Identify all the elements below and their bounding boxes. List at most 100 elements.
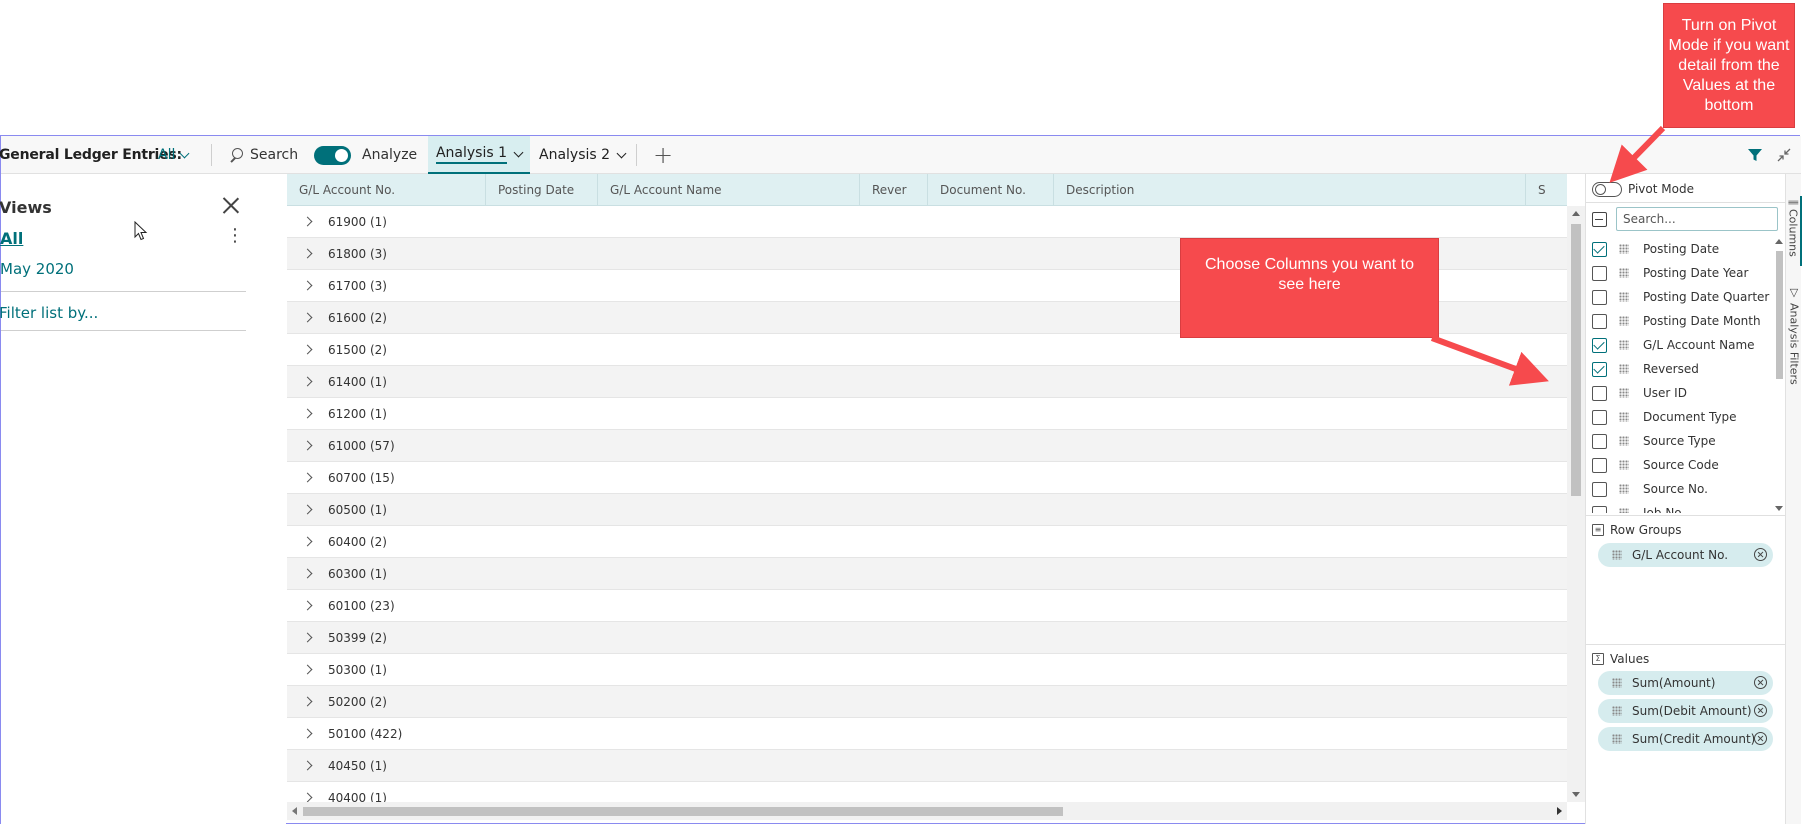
plus-icon[interactable]: + [653, 136, 673, 174]
expand-chevron-icon[interactable] [302, 280, 313, 291]
view-filter-dropdown[interactable]: All [158, 136, 190, 174]
expand-chevron-icon[interactable] [302, 632, 313, 643]
column-header-gl-account-name[interactable]: G/L Account Name [597, 174, 859, 206]
pivot-mode-toggle[interactable]: Pivot Mode [1592, 180, 1694, 198]
table-row[interactable]: 50100 (422) [287, 718, 1567, 750]
drag-handle-icon[interactable] [1619, 412, 1629, 422]
table-row[interactable]: 40400 (1) [287, 782, 1567, 802]
analyze-switch[interactable] [314, 145, 351, 165]
tab-columns[interactable]: ⫼ Columns [1786, 196, 1802, 266]
drag-handle-icon[interactable] [1612, 706, 1622, 716]
drag-handle-icon[interactable] [1619, 316, 1629, 326]
column-header-document-no[interactable]: Document No. [927, 174, 1053, 206]
column-list-item[interactable]: Posting Date Quarter [1586, 285, 1774, 309]
column-checkbox[interactable] [1592, 505, 1607, 513]
scroll-right-icon[interactable] [1557, 807, 1562, 815]
expand-chevron-icon[interactable] [302, 408, 313, 419]
column-search-input[interactable] [1616, 207, 1778, 231]
table-row[interactable]: 50399 (2) [287, 622, 1567, 654]
tab-analysis-2[interactable]: Analysis 2 [539, 136, 627, 174]
scroll-down-icon[interactable] [1572, 792, 1580, 797]
column-list-item[interactable]: Posting Date Month [1586, 309, 1774, 333]
value-pill[interactable]: Sum(Debit Amount) [1598, 699, 1773, 723]
column-list-item[interactable]: Document Type [1586, 405, 1774, 429]
view-item-all[interactable]: All [0, 229, 23, 248]
scroll-thumb[interactable] [1776, 251, 1783, 379]
expand-chevron-icon[interactable] [302, 760, 313, 771]
column-checkbox[interactable] [1592, 481, 1607, 497]
horizontal-scrollbar[interactable] [287, 802, 1567, 820]
drag-handle-icon[interactable] [1619, 460, 1629, 470]
drag-handle-icon[interactable] [1619, 292, 1629, 302]
drag-handle-icon[interactable] [1619, 388, 1629, 398]
table-row[interactable]: 61500 (2) [287, 334, 1567, 366]
more-options-icon[interactable]: ⋮ [226, 227, 244, 245]
expand-chevron-icon[interactable] [302, 312, 313, 323]
remove-icon[interactable] [1754, 704, 1767, 717]
column-checkbox[interactable] [1592, 433, 1607, 449]
expand-chevron-icon[interactable] [302, 376, 313, 387]
drag-handle-icon[interactable] [1619, 268, 1629, 278]
select-all-checkbox[interactable] [1592, 212, 1607, 227]
pivot-mode-switch[interactable] [1592, 181, 1622, 197]
filter-list-link[interactable]: Filter list by... [0, 304, 98, 322]
column-checkbox[interactable] [1592, 385, 1607, 401]
table-row[interactable]: 61900 (1) [287, 206, 1567, 238]
column-checkbox[interactable] [1592, 313, 1607, 329]
expand-chevron-icon[interactable] [302, 440, 313, 451]
column-checkbox[interactable] [1592, 409, 1607, 425]
column-list-item[interactable]: Posting Date [1586, 237, 1774, 261]
expand-chevron-icon[interactable] [302, 536, 313, 547]
expand-chevron-icon[interactable] [302, 792, 313, 802]
analyze-toggle[interactable]: Analyze [314, 136, 417, 174]
scroll-down-icon[interactable] [1775, 506, 1783, 511]
column-checkbox[interactable] [1592, 289, 1607, 305]
table-row[interactable]: 40450 (1) [287, 750, 1567, 782]
drag-handle-icon[interactable] [1619, 364, 1629, 374]
column-checkbox[interactable] [1592, 265, 1607, 281]
search-button[interactable]: Search [229, 136, 298, 174]
collapse-icon[interactable] [1777, 136, 1791, 174]
column-header-source[interactable]: S [1525, 174, 1567, 206]
column-list-item[interactable]: Posting Date Year [1586, 261, 1774, 285]
scroll-left-icon[interactable] [292, 807, 297, 815]
tab-analysis-1[interactable]: Analysis 1 [428, 136, 530, 174]
drag-handle-icon[interactable] [1612, 734, 1622, 744]
value-pill[interactable]: Sum(Amount) [1598, 671, 1773, 695]
chevron-down-icon[interactable] [513, 147, 524, 157]
column-checkbox[interactable] [1592, 361, 1607, 377]
chevron-down-icon[interactable] [616, 148, 627, 158]
expand-chevron-icon[interactable] [302, 728, 313, 739]
table-row[interactable]: 61000 (57) [287, 430, 1567, 462]
vertical-scrollbar[interactable] [1567, 206, 1585, 802]
column-list-item[interactable]: Source Code [1586, 453, 1774, 477]
table-row[interactable]: 61400 (1) [287, 366, 1567, 398]
remove-icon[interactable] [1754, 732, 1767, 745]
drag-handle-icon[interactable] [1619, 244, 1629, 254]
row-group-pill[interactable]: G/L Account No. [1598, 543, 1773, 567]
table-row[interactable]: 60300 (1) [287, 558, 1567, 590]
remove-icon[interactable] [1754, 548, 1767, 561]
close-icon[interactable] [222, 196, 240, 214]
view-item-may-2020[interactable]: May 2020 [0, 260, 74, 278]
drag-handle-icon[interactable] [1619, 340, 1629, 350]
drag-handle-icon[interactable] [1619, 508, 1629, 513]
remove-icon[interactable] [1754, 676, 1767, 689]
value-pill[interactable]: Sum(Credit Amount) [1598, 727, 1773, 751]
column-header-reversed[interactable]: Rever [859, 174, 927, 206]
scroll-thumb[interactable] [1571, 224, 1581, 496]
expand-chevron-icon[interactable] [302, 568, 313, 579]
expand-chevron-icon[interactable] [302, 696, 313, 707]
table-row[interactable]: 61200 (1) [287, 398, 1567, 430]
expand-chevron-icon[interactable] [302, 664, 313, 675]
table-row[interactable]: 60500 (1) [287, 494, 1567, 526]
table-row[interactable]: 60400 (2) [287, 526, 1567, 558]
column-list-item[interactable]: Source Type [1586, 429, 1774, 453]
drag-handle-icon[interactable] [1619, 436, 1629, 446]
table-row[interactable]: 50200 (2) [287, 686, 1567, 718]
column-list-item[interactable]: Job No. [1586, 501, 1774, 513]
expand-chevron-icon[interactable] [302, 344, 313, 355]
drag-handle-icon[interactable] [1619, 484, 1629, 494]
expand-chevron-icon[interactable] [302, 472, 313, 483]
expand-chevron-icon[interactable] [302, 248, 313, 259]
